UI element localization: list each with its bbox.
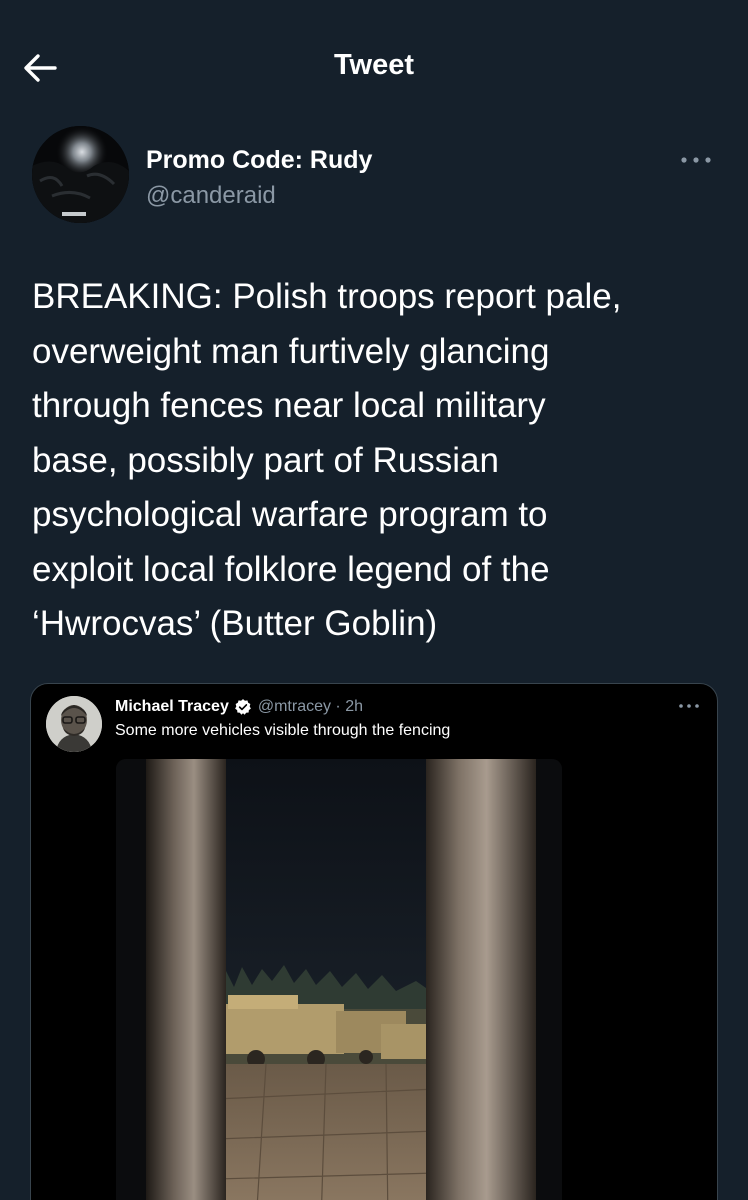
quoted-handle-time[interactable]: @mtracey · 2h — [258, 698, 363, 716]
tweet-text: BREAKING: Polish troops report pale, ove… — [32, 277, 622, 643]
more-horizontal-icon — [681, 157, 711, 163]
quoted-avatar[interactable] — [46, 696, 102, 752]
page-title: Tweet — [333, 49, 415, 81]
author-name[interactable]: Promo Code: Rudy — [146, 146, 372, 175]
author-handle[interactable]: @canderaid — [146, 182, 276, 210]
tweet-author: Promo Code: Rudy @canderaid — [32, 126, 722, 226]
more-button[interactable] — [678, 150, 714, 170]
quoted-tweet[interactable]: Michael Tracey @mtracey · 2h Some more v… — [30, 683, 718, 1200]
more-horizontal-icon — [679, 704, 699, 708]
top-bar: Tweet — [0, 0, 748, 120]
quoted-author-name[interactable]: Michael Tracey — [115, 698, 229, 716]
quoted-more-button[interactable] — [677, 700, 701, 712]
quoted-tweet-text: Some more vehicles visible through the f… — [115, 722, 451, 739]
quoted-tweet-photo[interactable] — [116, 759, 562, 1200]
avatar[interactable] — [32, 126, 129, 223]
verified-badge-icon — [234, 698, 252, 716]
quoted-header: Michael Tracey @mtracey · 2h — [115, 696, 363, 718]
